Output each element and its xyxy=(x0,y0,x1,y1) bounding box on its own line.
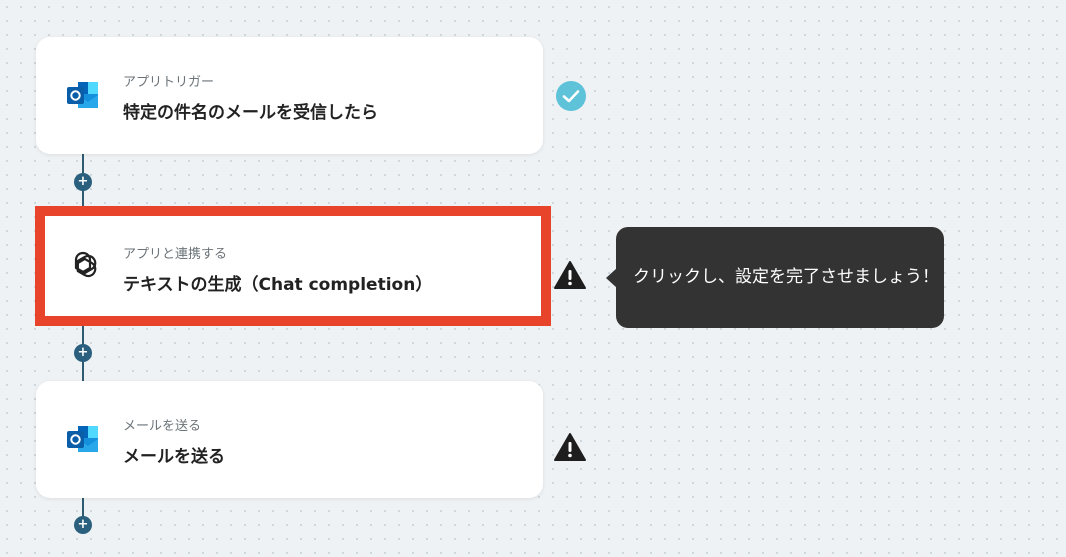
flow-step-card-chat-completion[interactable]: アプリと連携する テキストの生成（Chat completion） xyxy=(35,206,551,326)
flow-step-card-trigger[interactable]: アプリトリガー 特定の件名のメールを受信したら xyxy=(36,37,543,154)
outlook-icon xyxy=(66,78,100,112)
add-step-button[interactable]: + xyxy=(74,173,92,191)
step-subtitle: アプリと連携する xyxy=(123,247,228,262)
check-circle-icon xyxy=(555,80,587,116)
openai-icon xyxy=(66,249,100,283)
hint-tooltip: クリックし、設定を完了させましょう！ xyxy=(616,227,944,328)
step-title: メールを送る xyxy=(123,447,225,467)
warning-icon xyxy=(553,431,587,467)
step-title: テキストの生成（Chat completion） xyxy=(123,275,433,295)
step-subtitle: アプリトリガー xyxy=(123,75,215,90)
step-subtitle: メールを送る xyxy=(123,419,202,434)
add-step-button[interactable]: + xyxy=(74,344,92,362)
flow-step-card-send-mail[interactable]: メールを送る メールを送る xyxy=(36,381,543,498)
tooltip-text: クリックし、設定を完了させましょう！ xyxy=(633,267,939,287)
warning-icon xyxy=(553,259,587,295)
add-step-button[interactable]: + xyxy=(74,516,92,534)
outlook-icon xyxy=(66,422,100,456)
step-title: 特定の件名のメールを受信したら xyxy=(123,103,378,123)
